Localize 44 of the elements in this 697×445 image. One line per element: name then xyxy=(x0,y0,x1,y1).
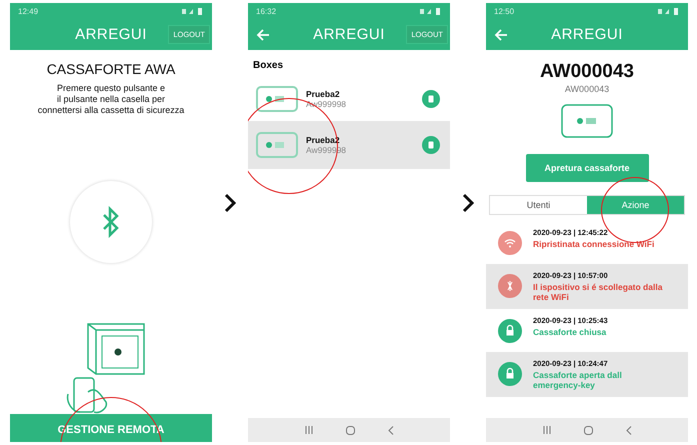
safe-device-icon xyxy=(256,86,298,112)
bluetooth-button[interactable] xyxy=(70,181,152,263)
box-name: Prueba2 xyxy=(306,89,341,99)
event-message: Cassaforte aperta dall emergency-key xyxy=(533,370,623,390)
back-icon[interactable] xyxy=(626,426,632,434)
event-message: Cassaforte chiusa xyxy=(533,327,608,337)
screen-title: CASSAFORTE AWA xyxy=(46,61,176,77)
wifi-off-icon xyxy=(498,274,522,298)
bluetooth-icon xyxy=(101,206,121,238)
safe-title: AW000043 xyxy=(540,61,634,83)
home-icon[interactable] xyxy=(346,426,354,434)
wifi-icon xyxy=(498,231,522,255)
safe-device-icon xyxy=(256,132,298,158)
tab[interactable]: Azione xyxy=(587,196,684,214)
instructions-text: Premere questo pulsante e il pulsante nella casella per connettersi alla cassetta di sicurezza xyxy=(38,83,184,116)
open-safe-button[interactable]: Apretura cassaforte xyxy=(526,154,648,182)
status-time: 16:32 xyxy=(256,6,276,16)
signal-battery-icon xyxy=(658,8,680,14)
event-message: Il ispositivo si é scollegato dalla rete WiFi xyxy=(533,282,664,302)
section-title: Boxes xyxy=(253,60,284,71)
back-arrow-icon[interactable] xyxy=(494,28,508,40)
safe-device-icon xyxy=(561,104,613,138)
recent-apps-icon[interactable] xyxy=(542,426,550,434)
status-time: 12:49 xyxy=(18,6,38,16)
status-time: 12:50 xyxy=(494,6,514,16)
chevron-right-icon xyxy=(462,193,474,213)
event-message: Ripristinata connessione WiFi xyxy=(533,239,654,249)
back-icon[interactable] xyxy=(388,426,394,434)
app-logo: ARREGUI xyxy=(75,26,147,43)
app-logo: ARREGUI xyxy=(313,26,385,43)
signal-battery-icon xyxy=(420,8,442,14)
padlock-icon xyxy=(498,319,522,343)
chevron-right-icon xyxy=(224,193,236,213)
padlock-icon xyxy=(498,362,522,386)
delete-button[interactable] xyxy=(422,90,440,108)
recent-apps-icon[interactable] xyxy=(304,426,312,434)
delete-button[interactable] xyxy=(422,136,440,154)
home-icon[interactable] xyxy=(584,426,592,434)
trash-icon xyxy=(428,95,434,103)
app-logo: ARREGUI xyxy=(551,26,623,43)
back-arrow-icon[interactable] xyxy=(256,28,270,40)
safe-code: AW000043 xyxy=(564,84,610,94)
signal-battery-icon xyxy=(182,8,204,14)
trash-icon xyxy=(428,141,434,149)
